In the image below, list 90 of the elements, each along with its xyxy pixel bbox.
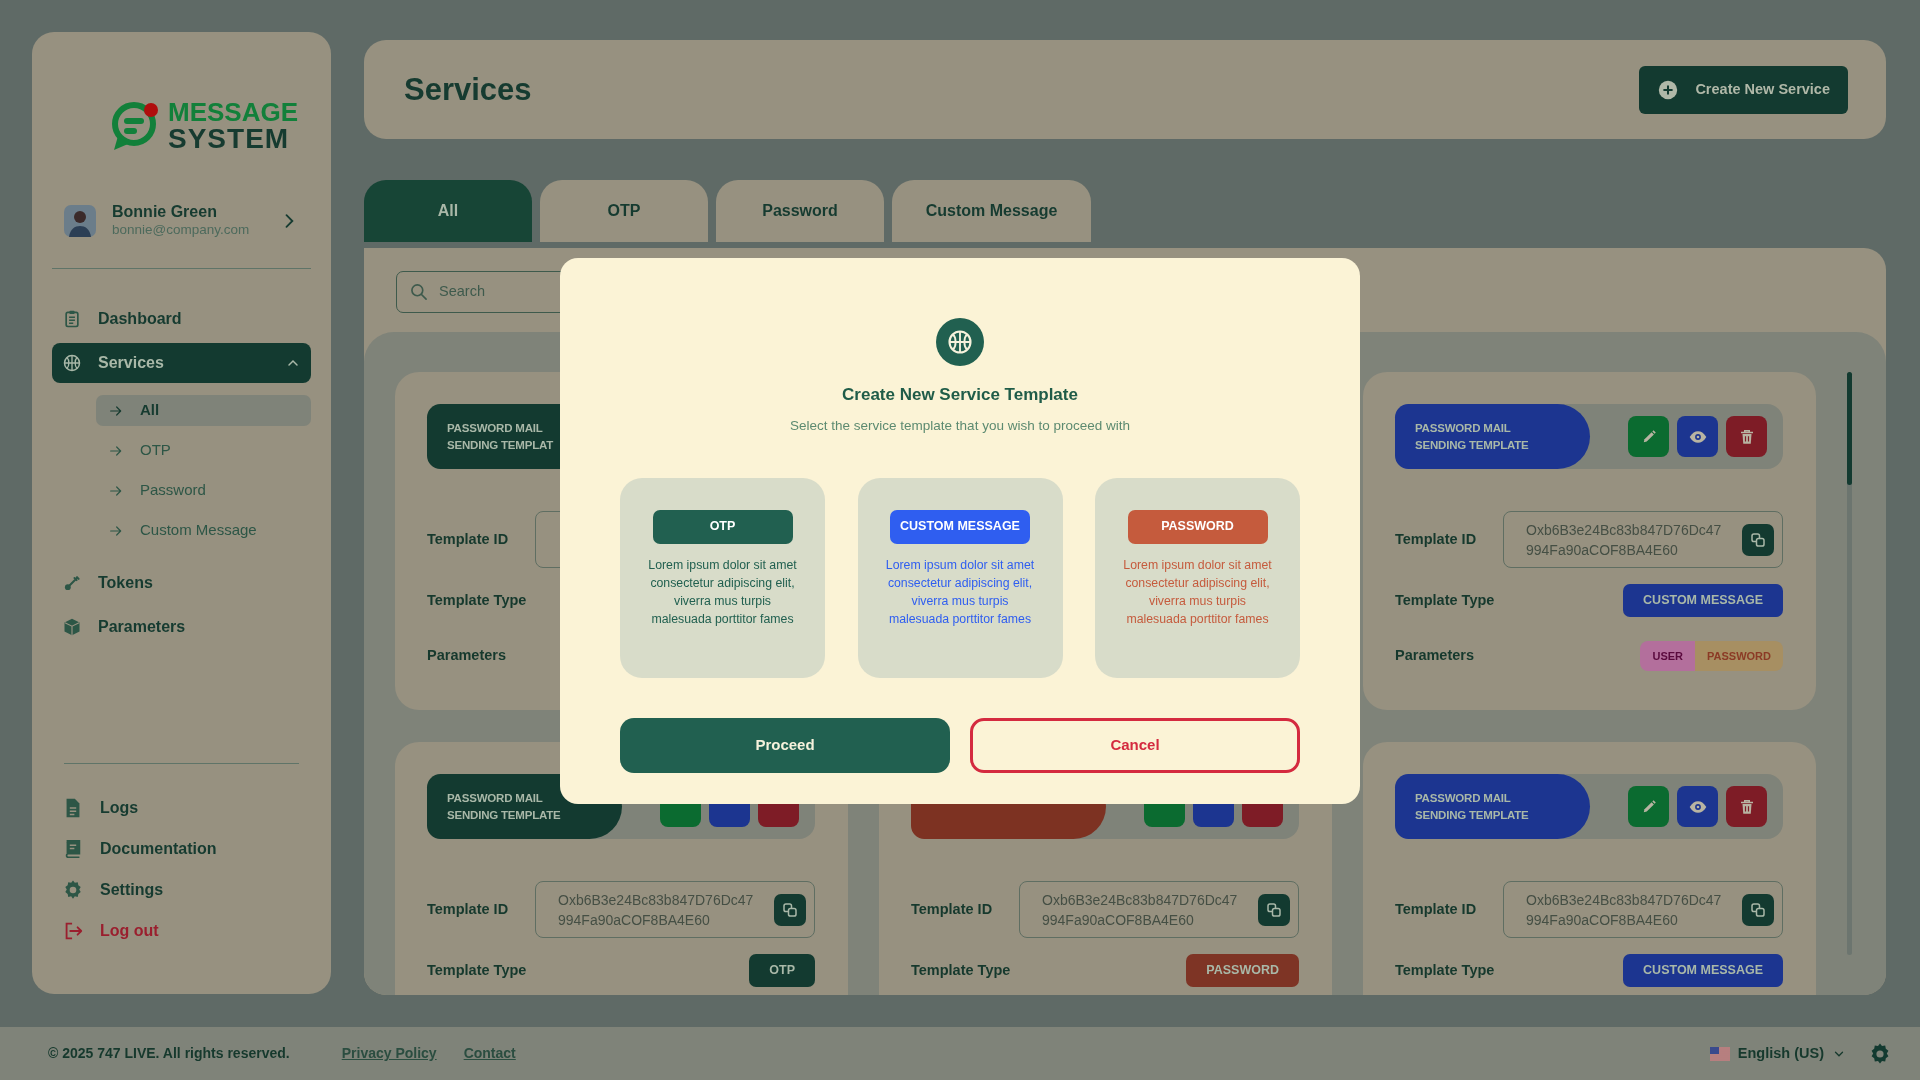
submenu-item[interactable]: Custom Message bbox=[96, 515, 311, 546]
template-id-text: Oxb6B3e24Bc83b847D76Dc47 994Fa90aCOF8BA4E60 bbox=[1526, 520, 1722, 560]
option-label: OTP bbox=[652, 509, 793, 544]
field-label: Template ID bbox=[427, 529, 509, 549]
search-icon bbox=[409, 282, 429, 302]
footer-link[interactable]: Privacy Policy bbox=[341, 1043, 437, 1064]
copy-button[interactable] bbox=[1742, 523, 1774, 556]
parameter-tag: PASSWORD bbox=[1695, 641, 1783, 671]
scrollbar-thumb[interactable] bbox=[1847, 372, 1852, 485]
modal-subtitle: Select the service template that you wish to proceed with bbox=[790, 416, 1130, 435]
sidebar-item[interactable]: Tokens bbox=[52, 563, 311, 603]
option-label: PASSWORD bbox=[1127, 509, 1268, 544]
avatar bbox=[64, 205, 96, 237]
template-id-text: Oxb6B3e24Bc83b847D76Dc47 994Fa90aCOF8BA4E60 bbox=[1526, 890, 1722, 930]
template-type-badge: PASSWORD bbox=[1186, 954, 1299, 987]
user-email: bonnie@company.com bbox=[112, 221, 251, 239]
template-option[interactable]: OTP Lorem ipsum dolor sit amet consectetur adipiscing elit, viverra mus turpis malesuada porttitor fames bbox=[620, 477, 825, 678]
cancel-button[interactable]: Cancel bbox=[970, 717, 1300, 773]
option-label: CUSTOM MESSAGE bbox=[890, 509, 1030, 544]
clipboard-icon bbox=[62, 309, 82, 329]
language-selector[interactable]: English (US) bbox=[1709, 1042, 1846, 1065]
copy-icon bbox=[781, 900, 799, 919]
template-id-field[interactable]: Oxb6B3e24Bc83b847D76Dc47 994Fa90aCOF8BA4E60 bbox=[1503, 881, 1783, 938]
template-type-badge: CUSTOM MESSAGE bbox=[1623, 954, 1783, 987]
field-label: Parameters bbox=[1395, 646, 1474, 666]
sidebar-item[interactable]: Parameters bbox=[52, 607, 311, 647]
sidebar-item[interactable]: Settings bbox=[52, 872, 311, 908]
tab[interactable]: All bbox=[364, 180, 532, 242]
page-title: Services bbox=[404, 70, 532, 109]
cube-icon bbox=[62, 617, 82, 637]
submenu-item[interactable]: All bbox=[96, 395, 311, 426]
footer-link[interactable]: Contact bbox=[463, 1043, 516, 1064]
field-label: Template Type bbox=[427, 590, 527, 610]
delete-button[interactable] bbox=[1726, 786, 1767, 827]
copy-button[interactable] bbox=[1258, 893, 1290, 926]
parameter-tag: USER bbox=[1640, 641, 1696, 671]
template-type-badge: OTP bbox=[749, 954, 815, 987]
tab[interactable]: Custom Message bbox=[892, 180, 1091, 242]
field-label: Template Type bbox=[1395, 960, 1495, 980]
logo-text: SYSTEM bbox=[168, 125, 291, 153]
field-label: Template Type bbox=[1395, 590, 1495, 610]
delete-button[interactable] bbox=[1726, 416, 1767, 457]
template-id-field[interactable]: Oxb6B3e24Bc83b847D76Dc47 994Fa90aCOF8BA4E60 bbox=[1019, 881, 1299, 938]
field-label: Template ID bbox=[427, 899, 509, 919]
globe-icon bbox=[946, 328, 974, 356]
user-name: Bonnie Green bbox=[112, 203, 218, 221]
field-label: Template ID bbox=[911, 899, 993, 919]
flag-icon bbox=[1709, 1046, 1730, 1061]
template-title-tag: PASSWORD MAIL SENDING TEMPLATE bbox=[1395, 404, 1590, 469]
modal-title: Create New Service Template bbox=[842, 384, 1078, 406]
copyright-text: © 2025 747 LIVE. All rights reserved. bbox=[48, 1044, 290, 1063]
view-button[interactable] bbox=[1677, 416, 1718, 457]
field-label: Template ID bbox=[1395, 899, 1477, 919]
copy-icon bbox=[1265, 900, 1283, 919]
sidebar-item[interactable]: Services bbox=[52, 343, 311, 383]
proceed-button[interactable]: Proceed bbox=[620, 717, 950, 773]
field-label: Template Type bbox=[911, 960, 1011, 980]
add-icon bbox=[1657, 78, 1680, 101]
copy-icon bbox=[1749, 530, 1767, 549]
tab[interactable]: Password bbox=[716, 180, 884, 242]
logo-text: MESSAGE bbox=[168, 99, 299, 125]
template-id-text: Oxb6B3e24Bc83b847D76Dc47 994Fa90aCOF8BA4E60 bbox=[558, 890, 754, 930]
option-description: Lorem ipsum dolor sit amet consectetur adipiscing elit, viverra mus turpis malesuada porttitor fames bbox=[884, 556, 1036, 628]
template-option[interactable]: PASSWORD Lorem ipsum dolor sit amet consectetur adipiscing elit, viverra mus turpis malesuada porttitor fames bbox=[1095, 477, 1300, 678]
tab[interactable]: OTP bbox=[540, 180, 708, 242]
field-label: Template ID bbox=[1395, 529, 1477, 549]
template-id-field[interactable]: Oxb6B3e24Bc83b847D76Dc47 994Fa90aCOF8BA4E60 bbox=[1503, 511, 1783, 568]
globe-icon bbox=[62, 353, 82, 373]
field-label: Parameters bbox=[427, 646, 506, 666]
sidebar-item[interactable]: Logs bbox=[52, 790, 311, 826]
sidebar-item[interactable]: Log out bbox=[52, 913, 311, 949]
option-description: Lorem ipsum dolor sit amet consectetur adipiscing elit, viverra mus turpis malesuada porttitor fames bbox=[647, 556, 798, 628]
submenu-item[interactable]: OTP bbox=[96, 435, 311, 466]
template-id-text: Oxb6B3e24Bc83b847D76Dc47 994Fa90aCOF8BA4E60 bbox=[1042, 890, 1238, 930]
template-option[interactable]: CUSTOM MESSAGE Lorem ipsum dolor sit amet consectetur adipiscing elit, viverra mus turpis malesuada porttitor fames bbox=[857, 477, 1063, 678]
template-id-field[interactable]: Oxb6B3e24Bc83b847D76Dc47 994Fa90aCOF8BA4E60 bbox=[535, 881, 815, 938]
view-button[interactable] bbox=[1677, 786, 1718, 827]
scrollbar[interactable] bbox=[1847, 372, 1852, 955]
create-service-button[interactable]: Create New Service bbox=[1639, 65, 1848, 114]
sidebar-item[interactable]: Dashboard bbox=[52, 299, 311, 339]
submenu-item[interactable]: Password bbox=[96, 475, 311, 506]
sidebar-item[interactable]: Documentation bbox=[52, 831, 311, 867]
template-type-badge: CUSTOM MESSAGE bbox=[1623, 584, 1783, 617]
field-label: Template Type bbox=[427, 960, 527, 980]
key-icon bbox=[62, 573, 82, 593]
copy-button[interactable] bbox=[1742, 893, 1774, 926]
option-description: Lorem ipsum dolor sit amet consectetur adipiscing elit, viverra mus turpis malesuada porttitor fames bbox=[1122, 556, 1273, 628]
copy-button[interactable] bbox=[774, 893, 806, 926]
copy-icon bbox=[1749, 900, 1767, 919]
template-title-tag: PASSWORD MAIL SENDING TEMPLATE bbox=[1395, 774, 1590, 839]
